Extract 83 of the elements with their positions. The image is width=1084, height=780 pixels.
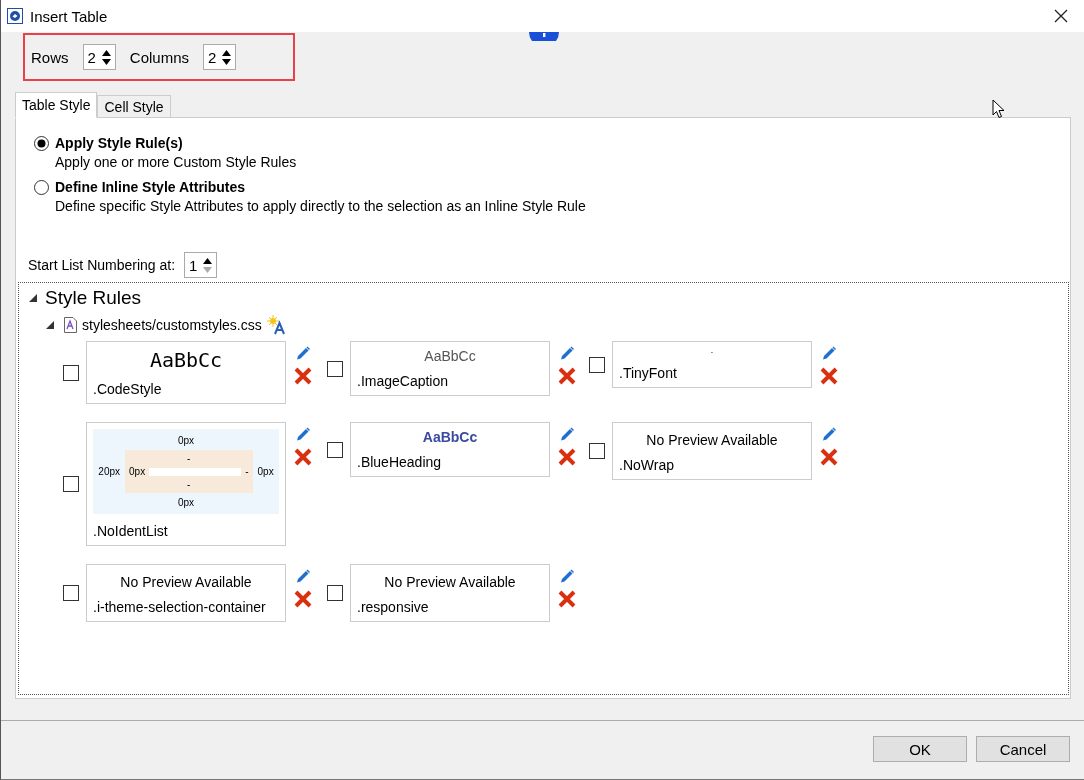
padding-value: -	[245, 466, 249, 477]
rule-name: .i-theme-selection-container	[93, 599, 267, 615]
style-card[interactable]: No Preview Available .i-theme-selection-container	[86, 564, 286, 622]
field-label: Start List Numbering at:	[28, 257, 176, 273]
margin-value: 0px	[177, 435, 195, 446]
checkbox[interactable]	[63, 364, 79, 381]
pencil-icon[interactable]	[559, 345, 575, 361]
margin-value: 0px	[177, 497, 195, 508]
rule-name: .BlueHeading	[357, 454, 443, 470]
delete-icon[interactable]	[558, 590, 576, 608]
style-card[interactable]: 0px 20px - 0px - - 0px 0px .NoIdentList	[86, 422, 286, 546]
radio-button[interactable]	[34, 180, 49, 195]
up-arrow-icon[interactable]	[222, 49, 232, 56]
up-arrow-icon[interactable]	[101, 49, 111, 56]
dialog-button[interactable]: OK	[873, 736, 967, 762]
delete-icon[interactable]	[558, 448, 576, 466]
rule-name: .TinyFont	[619, 365, 678, 381]
number-spinner[interactable]: 2	[203, 44, 237, 70]
preview-placeholder: No Preview Available	[383, 573, 517, 590]
down-arrow-icon[interactable]	[101, 58, 111, 65]
style-card[interactable]: AaBbCc .CodeStyle	[86, 341, 286, 404]
delete-icon[interactable]	[294, 590, 312, 608]
rule-name: .NoIdentList	[93, 523, 169, 539]
style-card[interactable]: AaBbCc .ImageCaption	[350, 341, 550, 396]
style-preview: AaBbCc	[148, 348, 224, 372]
dialog-button[interactable]: Cancel	[976, 736, 1070, 762]
delete-icon[interactable]	[820, 448, 838, 466]
window-title: Insert Table	[30, 7, 109, 25]
padding-value: 0px	[129, 466, 146, 477]
checkbox[interactable]	[589, 356, 605, 373]
pencil-icon[interactable]	[559, 426, 575, 442]
field-label: Columns	[129, 48, 190, 66]
rule-name: .responsive	[357, 599, 430, 615]
checkbox[interactable]	[327, 360, 343, 377]
checkbox[interactable]	[327, 441, 343, 458]
pencil-icon[interactable]	[559, 568, 575, 584]
tree-item[interactable]: stylesheets/customstyles.css	[82, 317, 262, 333]
preview-placeholder: No Preview Available	[119, 573, 253, 590]
style-card[interactable]: AaBbCc .BlueHeading	[350, 422, 550, 477]
checkbox[interactable]	[327, 585, 343, 601]
option-description: Apply one or more Custom Style Rules	[55, 154, 297, 170]
padding-value: -	[187, 479, 191, 490]
pencil-icon[interactable]	[295, 345, 311, 361]
pencil-icon[interactable]	[295, 426, 311, 442]
field-label: Rows	[31, 48, 69, 66]
up-arrow-icon[interactable]	[203, 257, 213, 264]
option-label: Apply Style Rule(s)	[55, 135, 184, 151]
checkbox[interactable]	[63, 476, 79, 492]
tree-title[interactable]: Style Rules	[45, 287, 142, 309]
delete-icon[interactable]	[294, 367, 312, 385]
tab[interactable]: Table Style	[15, 92, 98, 118]
style-card[interactable]: No Preview Available .responsive	[350, 564, 550, 622]
rule-name: .ImageCaption	[357, 373, 450, 389]
option-description: Define specific Style Attributes to apply directly to the selection as an Inline Style Rule	[55, 198, 586, 214]
option-label: Define Inline Style Attributes	[55, 179, 247, 195]
radio-button[interactable]	[34, 136, 49, 151]
rule-name: .CodeStyle	[93, 381, 163, 397]
checkbox[interactable]	[63, 585, 79, 601]
checkbox[interactable]	[589, 443, 605, 459]
style-preview: AaBbCc	[423, 348, 477, 364]
expander-icon[interactable]	[29, 294, 37, 302]
pencil-icon[interactable]	[821, 345, 837, 361]
tab[interactable]: Cell Style	[97, 95, 171, 118]
delete-icon[interactable]	[294, 448, 312, 466]
margin-value: 20px	[98, 466, 121, 477]
style-card[interactable]: No Preview Available .NoWrap	[612, 422, 812, 480]
number-spinner[interactable]: 2	[82, 44, 116, 70]
file-icon	[64, 317, 77, 333]
margin-value: 0px	[257, 466, 274, 477]
style-preview: AaBbCc	[421, 429, 479, 445]
close-icon[interactable]	[1054, 9, 1068, 23]
app-icon	[7, 8, 23, 24]
padding-value: -	[187, 453, 191, 464]
down-arrow-icon[interactable]	[222, 58, 232, 65]
delete-icon[interactable]	[558, 367, 576, 385]
number-spinner[interactable]: 1	[184, 252, 218, 278]
rule-name: .NoWrap	[619, 457, 675, 473]
pencil-icon[interactable]	[821, 426, 837, 442]
delete-icon[interactable]	[820, 367, 838, 385]
new-style-icon[interactable]	[266, 315, 287, 335]
expander-icon[interactable]	[46, 321, 54, 329]
preview-placeholder: No Preview Available	[645, 431, 779, 448]
pencil-icon[interactable]	[295, 568, 311, 584]
